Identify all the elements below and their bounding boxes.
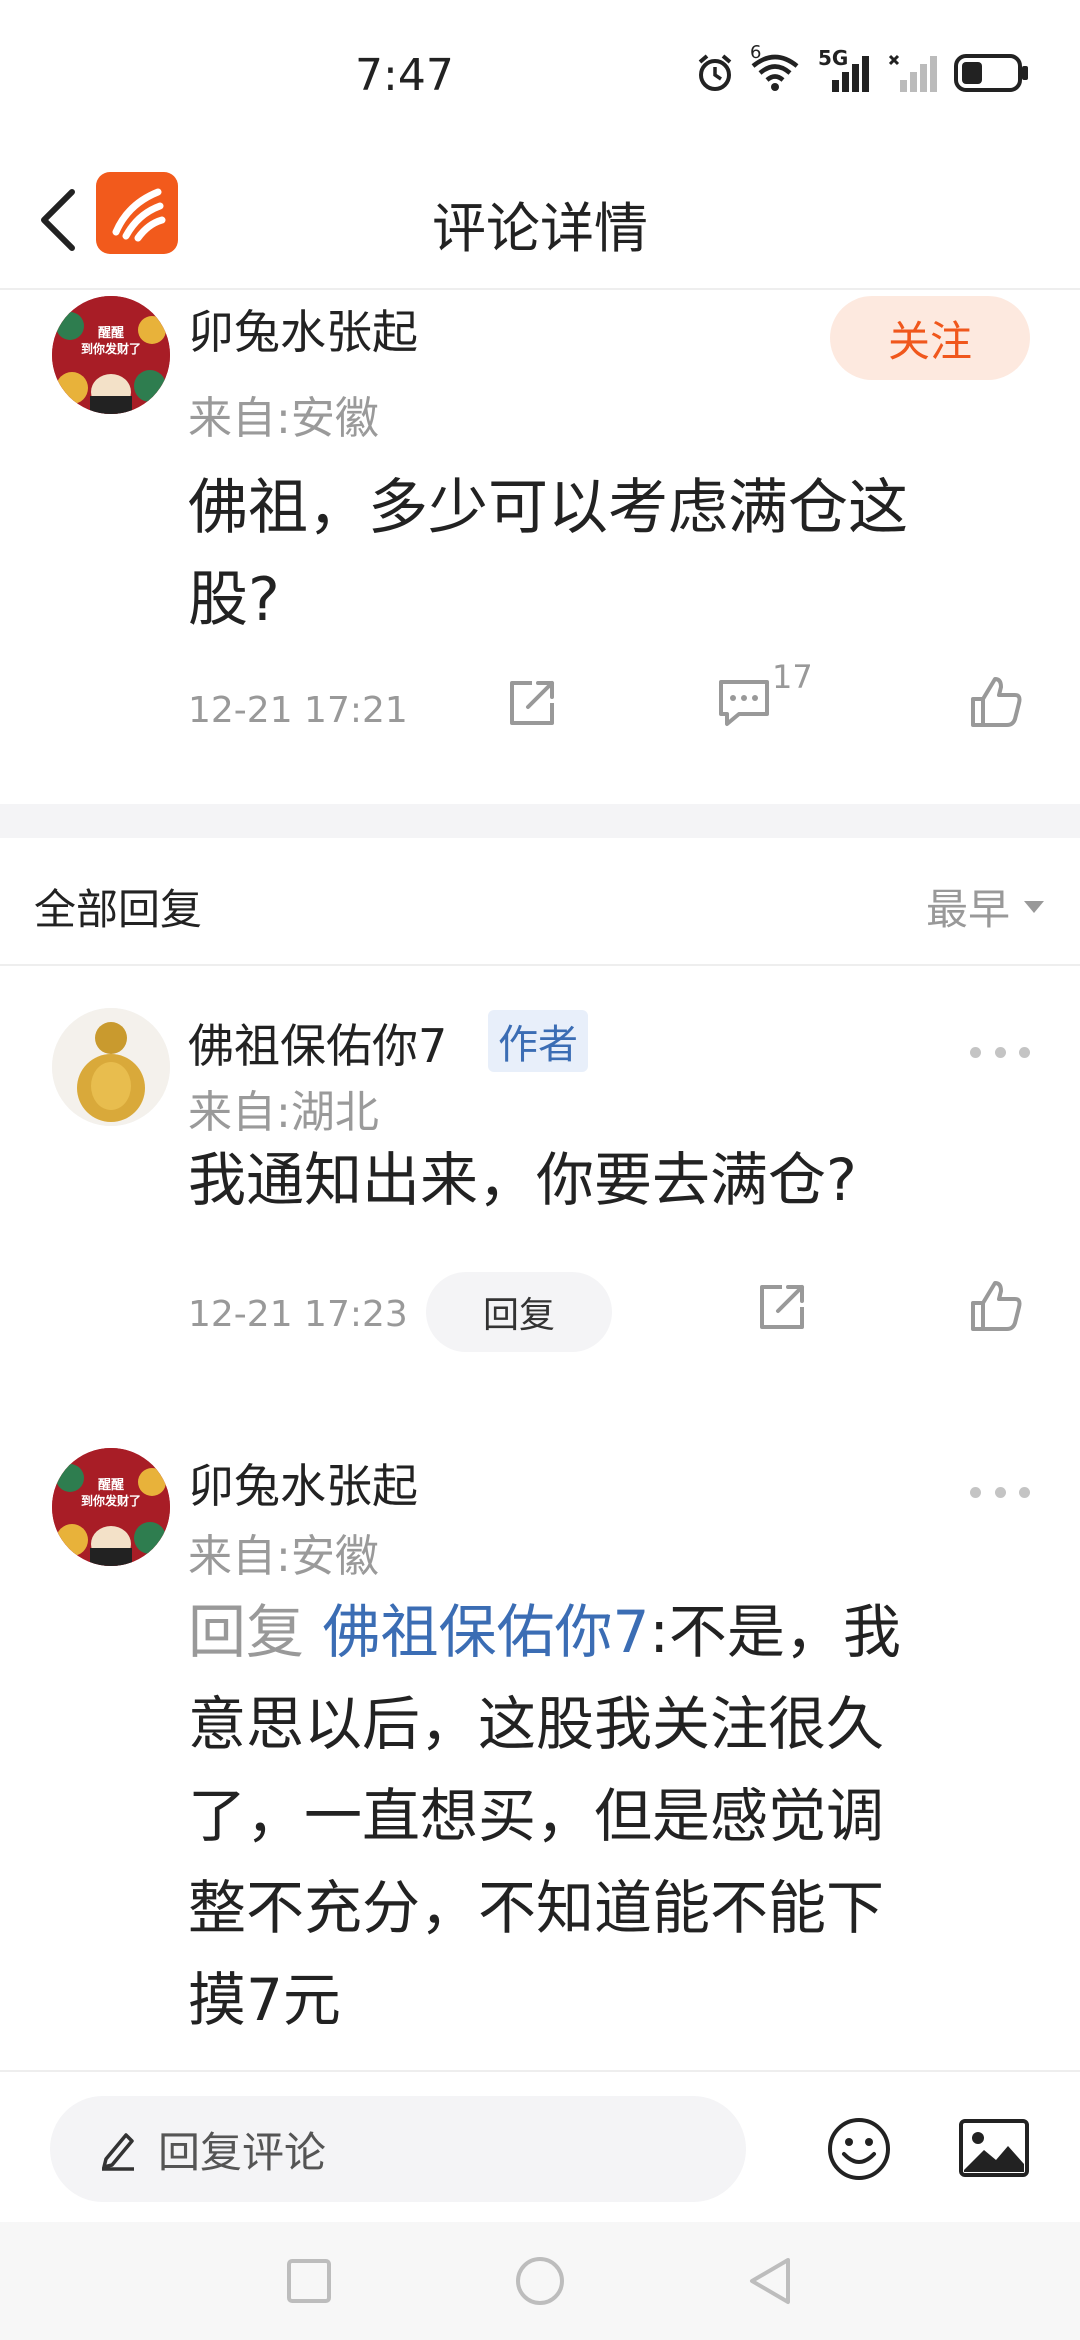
reply-timestamp: 12-21 17:23 (188, 1294, 408, 1335)
comment-timestamp: 12-21 17:21 (188, 690, 408, 731)
nav-bar: 评论详情 (0, 150, 1080, 290)
page-title: 评论详情 (432, 197, 648, 260)
reply-text-line: 整不充分，不知道能不能下 (188, 1874, 885, 1942)
comment-text-line: 佛祖，多少可以考虑满仓这 (188, 473, 908, 543)
share-button[interactable] (752, 1276, 812, 1338)
sort-dropdown[interactable]: 最早 (926, 876, 1046, 937)
user-location: 来自:湖北 (188, 1087, 379, 1138)
comment-text-line: 股? (188, 565, 280, 635)
reply-item: 醒醒 到你发财了 卯兔水张起 来自:安徽 回复 佛祖保佑你7:不是，我 意思以后… (0, 1386, 1080, 2070)
more-dot (1019, 1486, 1030, 1498)
avatar-caption-1: 醒醒 (97, 1478, 124, 1493)
signal-5g-icon: 5G (818, 46, 874, 94)
user-name[interactable]: 卯兔水张起 (188, 296, 418, 362)
system-nav-bar (0, 2222, 1080, 2340)
signal-weak-icon (888, 54, 937, 92)
avatar-caption-2: 到你发财了 (80, 342, 141, 356)
replies-title: 全部回复 (34, 885, 203, 934)
emoji-icon (828, 2118, 890, 2180)
section-divider (0, 804, 1080, 838)
thumbs-up-icon (971, 677, 1022, 727)
more-dot (1019, 1046, 1030, 1058)
reply-text-line: 摸7元 (188, 1966, 341, 2034)
comment-text: 佛祖，多少可以考虑满仓这 股? (188, 462, 1008, 646)
more-dot (970, 1486, 981, 1498)
battery-icon (954, 54, 1028, 92)
avatar[interactable]: 醒醒 到你发财了 (52, 296, 170, 414)
more-options-button[interactable] (970, 1482, 1030, 1502)
bottom-reply-bar: 回复评论 (0, 2070, 1080, 2222)
status-icons: 6 5G (694, 42, 1030, 94)
wifi-icon: 6 (750, 42, 804, 94)
image-icon (959, 2119, 1029, 2177)
comment-count: 17 (772, 658, 813, 696)
main-comment: 醒醒 到你发财了 卯兔水张起 来自:安徽 关注 佛祖，多少可以考虑满仓这 股? … (0, 292, 1080, 804)
like-button[interactable] (964, 670, 1028, 734)
sort-label: 最早 (925, 885, 1010, 934)
reply-item: 佛祖保佑你7 作者 来自:湖北 我通知出来，你要去满仓? 12-21 17:23… (0, 966, 1080, 1386)
status-time: 7:47 (355, 50, 454, 101)
thumbs-up-icon (971, 1281, 1022, 1331)
user-name[interactable]: 卯兔水张起 (188, 1450, 418, 1516)
pencil-icon (102, 2133, 134, 2171)
avatar-caption-1: 醒醒 (97, 326, 124, 341)
reply-text-line: 了，一直想买，但是感觉调 (188, 1782, 885, 1850)
avatar[interactable] (52, 1008, 170, 1126)
more-dot (994, 1046, 1006, 1058)
more-dot (970, 1046, 981, 1058)
more-dot (994, 1486, 1006, 1498)
reply-text-segment: :不是，我 (649, 1598, 901, 1666)
author-tag: 作者 (488, 1010, 588, 1072)
like-button[interactable] (964, 1274, 1028, 1338)
reply-input[interactable]: 回复评论 (50, 2096, 746, 2202)
reply-button[interactable]: 回复 (426, 1272, 612, 1352)
mention-link[interactable]: 佛祖保佑你7 (322, 1598, 649, 1666)
comment-button[interactable] (714, 672, 774, 734)
reply-text-line: 回复 佛祖保佑你7:不是，我 (188, 1586, 1048, 1678)
comment-icon (719, 680, 769, 726)
user-location: 来自:安徽 (188, 393, 379, 444)
emoji-button[interactable] (826, 2116, 892, 2186)
back-nav-icon[interactable] (748, 2256, 792, 2306)
reply-text: 我通知出来，你要去满仓? (188, 1146, 857, 1214)
image-button[interactable] (958, 2118, 1030, 2182)
status-bar: 7:47 6 5G (0, 0, 1080, 150)
avatar-caption-2: 到你发财了 (80, 1494, 141, 1508)
alarm-icon (698, 54, 732, 91)
home-icon[interactable] (515, 2256, 565, 2306)
reply-input-placeholder: 回复评论 (158, 2127, 327, 2177)
reply-text: 回复 佛祖保佑你7:不是，我 意思以后，这股我关注很久 了，一直想买，但是感觉调… (188, 1586, 1048, 2046)
user-name[interactable]: 佛祖保佑你7 (188, 1010, 447, 1076)
wifi-label: 6 (750, 42, 762, 63)
share-icon (760, 1285, 804, 1329)
user-location: 来自:安徽 (188, 1531, 379, 1582)
more-options-button[interactable] (970, 1042, 1030, 1062)
share-button[interactable] (502, 672, 562, 734)
follow-button[interactable]: 关注 (830, 296, 1030, 380)
reply-prefix: 回复 (188, 1598, 305, 1666)
reply-text-line: 意思以后，这股我关注很久 (188, 1690, 885, 1758)
share-icon (510, 681, 554, 725)
avatar[interactable]: 醒醒 到你发财了 (52, 1448, 170, 1566)
replies-header: 全部回复 最早 (0, 838, 1080, 966)
caret-down-icon (1024, 900, 1044, 913)
recents-icon[interactable] (286, 2258, 332, 2304)
